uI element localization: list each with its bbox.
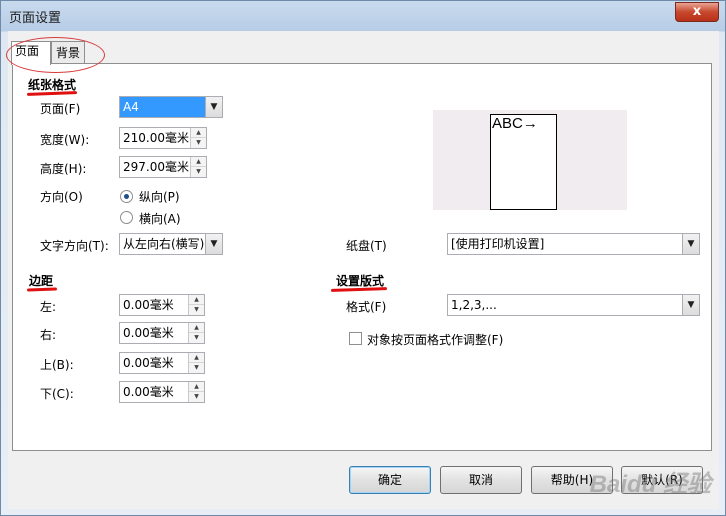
margin-bottom-value: 0.00毫米 <box>123 385 174 399</box>
tab-background[interactable]: 背景 <box>51 41 85 63</box>
page-size-value: A4 <box>123 100 139 114</box>
tab-background-label: 背景 <box>56 46 81 60</box>
height-spinner[interactable]: ▲ ▼ <box>190 157 206 177</box>
close-button[interactable]: x <box>675 2 719 22</box>
paper-format-underline <box>26 91 78 96</box>
margin-bottom-label: 下(C): <box>40 387 74 401</box>
format-select[interactable]: 1,2,3,... ▼ <box>447 294 700 316</box>
format-value: 1,2,3,... <box>451 298 497 312</box>
spin-up-icon[interactable]: ▲ <box>189 353 204 363</box>
portrait-label[interactable]: 纵向(P) <box>139 188 180 205</box>
width-label: 宽度(W): <box>40 133 90 147</box>
page-size-select[interactable]: A4 ▼ <box>119 96 223 118</box>
page-preview: ABC→ <box>433 110 627 210</box>
margin-bottom-spinner[interactable]: ▲ ▼ <box>188 382 204 402</box>
height-input[interactable]: 297.00毫米 ▲ ▼ <box>119 156 207 178</box>
spin-down-icon[interactable]: ▼ <box>189 305 204 315</box>
margin-bottom-input[interactable]: 0.00毫米 ▲ ▼ <box>119 381 205 403</box>
adjust-objects-checkbox[interactable] <box>349 332 362 345</box>
width-spinner[interactable]: ▲ ▼ <box>190 128 206 148</box>
paper-tray-label: 纸盘(T) <box>346 239 387 253</box>
adjust-objects-label[interactable]: 对象按页面格式作调整(F) <box>367 331 503 348</box>
paper-tray-select[interactable]: [使用打印机设置] ▼ <box>447 233 700 255</box>
dialog-client: 页面 背景 纸张格式 页面(F) A4 ▼ 宽度(W): 210.00毫米 ▲ ▼… <box>6 31 719 509</box>
margin-left-value: 0.00毫米 <box>123 298 174 312</box>
format-label: 格式(F) <box>346 300 387 314</box>
spin-up-icon[interactable]: ▲ <box>189 295 204 305</box>
portrait-radio[interactable] <box>120 190 133 203</box>
width-value: 210.00毫米 <box>123 131 189 145</box>
spin-up-icon[interactable]: ▲ <box>191 128 206 138</box>
height-label: 高度(H): <box>40 162 87 176</box>
spin-down-icon[interactable]: ▼ <box>191 167 206 177</box>
margin-left-spinner[interactable]: ▲ ▼ <box>188 295 204 315</box>
margin-top-value: 0.00毫米 <box>123 356 174 370</box>
chevron-down-icon[interactable]: ▼ <box>682 295 699 315</box>
chevron-down-icon[interactable]: ▼ <box>205 97 222 117</box>
margin-right-label: 右: <box>40 328 57 342</box>
margin-right-value: 0.00毫米 <box>123 326 174 340</box>
margins-title: 边距 <box>29 274 54 288</box>
spin-up-icon[interactable]: ▲ <box>189 382 204 392</box>
text-direction-label: 文字方向(T): <box>40 239 109 253</box>
baidu-watermark: Baidu 经验 <box>589 471 711 498</box>
paper-preview: ABC→ <box>490 114 557 210</box>
text-direction-select[interactable]: 从左向右(横写) ▼ <box>119 233 223 255</box>
landscape-radio[interactable] <box>120 211 133 224</box>
page-size-label: 页面(F) <box>40 102 81 116</box>
spin-down-icon[interactable]: ▼ <box>189 333 204 343</box>
chevron-down-icon[interactable]: ▼ <box>682 234 699 254</box>
landscape-label[interactable]: 横向(A) <box>139 210 181 227</box>
paper-tray-value: [使用打印机设置] <box>451 237 545 251</box>
spin-up-icon[interactable]: ▲ <box>191 157 206 167</box>
cancel-button[interactable]: 取消 <box>440 466 522 494</box>
title-bar[interactable]: 页面设置 x <box>1 1 725 31</box>
height-value: 297.00毫米 <box>123 160 189 174</box>
page-tab-panel: 纸张格式 页面(F) A4 ▼ 宽度(W): 210.00毫米 ▲ ▼ 高度(H)… <box>12 63 712 451</box>
text-direction-value: 从左向右(横写) <box>123 237 205 251</box>
spin-down-icon[interactable]: ▼ <box>189 363 204 373</box>
margin-right-input[interactable]: 0.00毫米 ▲ ▼ <box>119 322 205 344</box>
preview-text: ABC→ <box>492 115 538 132</box>
margin-top-input[interactable]: 0.00毫米 ▲ ▼ <box>119 352 205 374</box>
layout-underline <box>330 287 388 292</box>
spin-down-icon[interactable]: ▼ <box>191 138 206 148</box>
tab-page-label: 页面 <box>15 44 40 58</box>
spin-up-icon[interactable]: ▲ <box>189 323 204 333</box>
chevron-down-icon[interactable]: ▼ <box>205 234 222 254</box>
tab-page[interactable]: 页面 <box>11 41 51 65</box>
margin-top-spinner[interactable]: ▲ ▼ <box>188 353 204 373</box>
margins-underline <box>26 287 58 292</box>
orientation-label: 方向(O) <box>40 190 83 204</box>
width-input[interactable]: 210.00毫米 ▲ ▼ <box>119 127 207 149</box>
margin-left-label: 左: <box>40 300 57 314</box>
ok-button[interactable]: 确定 <box>349 466 431 494</box>
margin-left-input[interactable]: 0.00毫米 ▲ ▼ <box>119 294 205 316</box>
dialog-title: 页面设置 <box>9 11 62 26</box>
spin-down-icon[interactable]: ▼ <box>189 392 204 402</box>
margin-right-spinner[interactable]: ▲ ▼ <box>188 323 204 343</box>
page-setup-dialog: 页面设置 x 页面 背景 纸张格式 页面(F) A4 ▼ 宽度(W): 210.… <box>0 0 726 516</box>
margin-top-label: 上(B): <box>40 358 74 372</box>
